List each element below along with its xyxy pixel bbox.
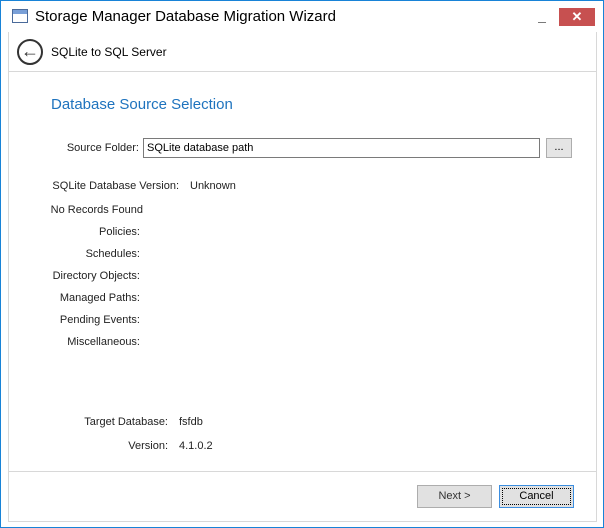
cancel-label: Cancel	[502, 488, 571, 505]
managed-paths-label: Managed Paths:	[59, 292, 140, 304]
title-bar: Storage Manager Database Migration Wizar…	[1, 1, 603, 32]
close-button[interactable]: ✕	[559, 8, 595, 26]
source-folder-label: Source Folder:	[66, 142, 139, 154]
wizard-body: Database Source Selection Source Folder:…	[9, 73, 596, 471]
target-database-label: Target Database:	[84, 416, 168, 428]
schedules-label: Schedules:	[85, 248, 140, 260]
source-folder-input[interactable]	[143, 138, 540, 158]
next-button[interactable]: Next >	[417, 485, 492, 508]
miscellaneous-label: Miscellaneous:	[67, 336, 140, 348]
sqlite-version-value: Unknown	[190, 180, 236, 192]
minimize-button[interactable]: _	[527, 6, 557, 26]
app-icon	[12, 9, 28, 23]
version-value: 4.1.0.2	[179, 440, 213, 452]
pending-events-label: Pending Events:	[59, 314, 140, 326]
records-status: No Records Found	[50, 204, 143, 216]
wizard-content: ← SQLite to SQL Server Database Source S…	[8, 32, 597, 522]
version-label: Version:	[128, 440, 168, 452]
policies-label: Policies:	[99, 226, 140, 238]
wizard-footer: Next > Cancel	[9, 471, 596, 521]
wizard-window: Storage Manager Database Migration Wizar…	[0, 0, 604, 528]
back-arrow-icon[interactable]: ←	[17, 39, 43, 65]
window-title: Storage Manager Database Migration Wizar…	[35, 8, 336, 25]
cancel-button[interactable]: Cancel	[499, 485, 574, 508]
page-title: Database Source Selection	[51, 96, 233, 113]
directory-objects-label: Directory Objects:	[52, 270, 140, 282]
wizard-header: ← SQLite to SQL Server	[9, 32, 596, 72]
target-database-value: fsfdb	[179, 416, 203, 428]
browse-button[interactable]: ...	[546, 138, 572, 158]
sqlite-version-label: SQLite Database Version:	[52, 180, 179, 192]
breadcrumb: SQLite to SQL Server	[51, 45, 167, 59]
